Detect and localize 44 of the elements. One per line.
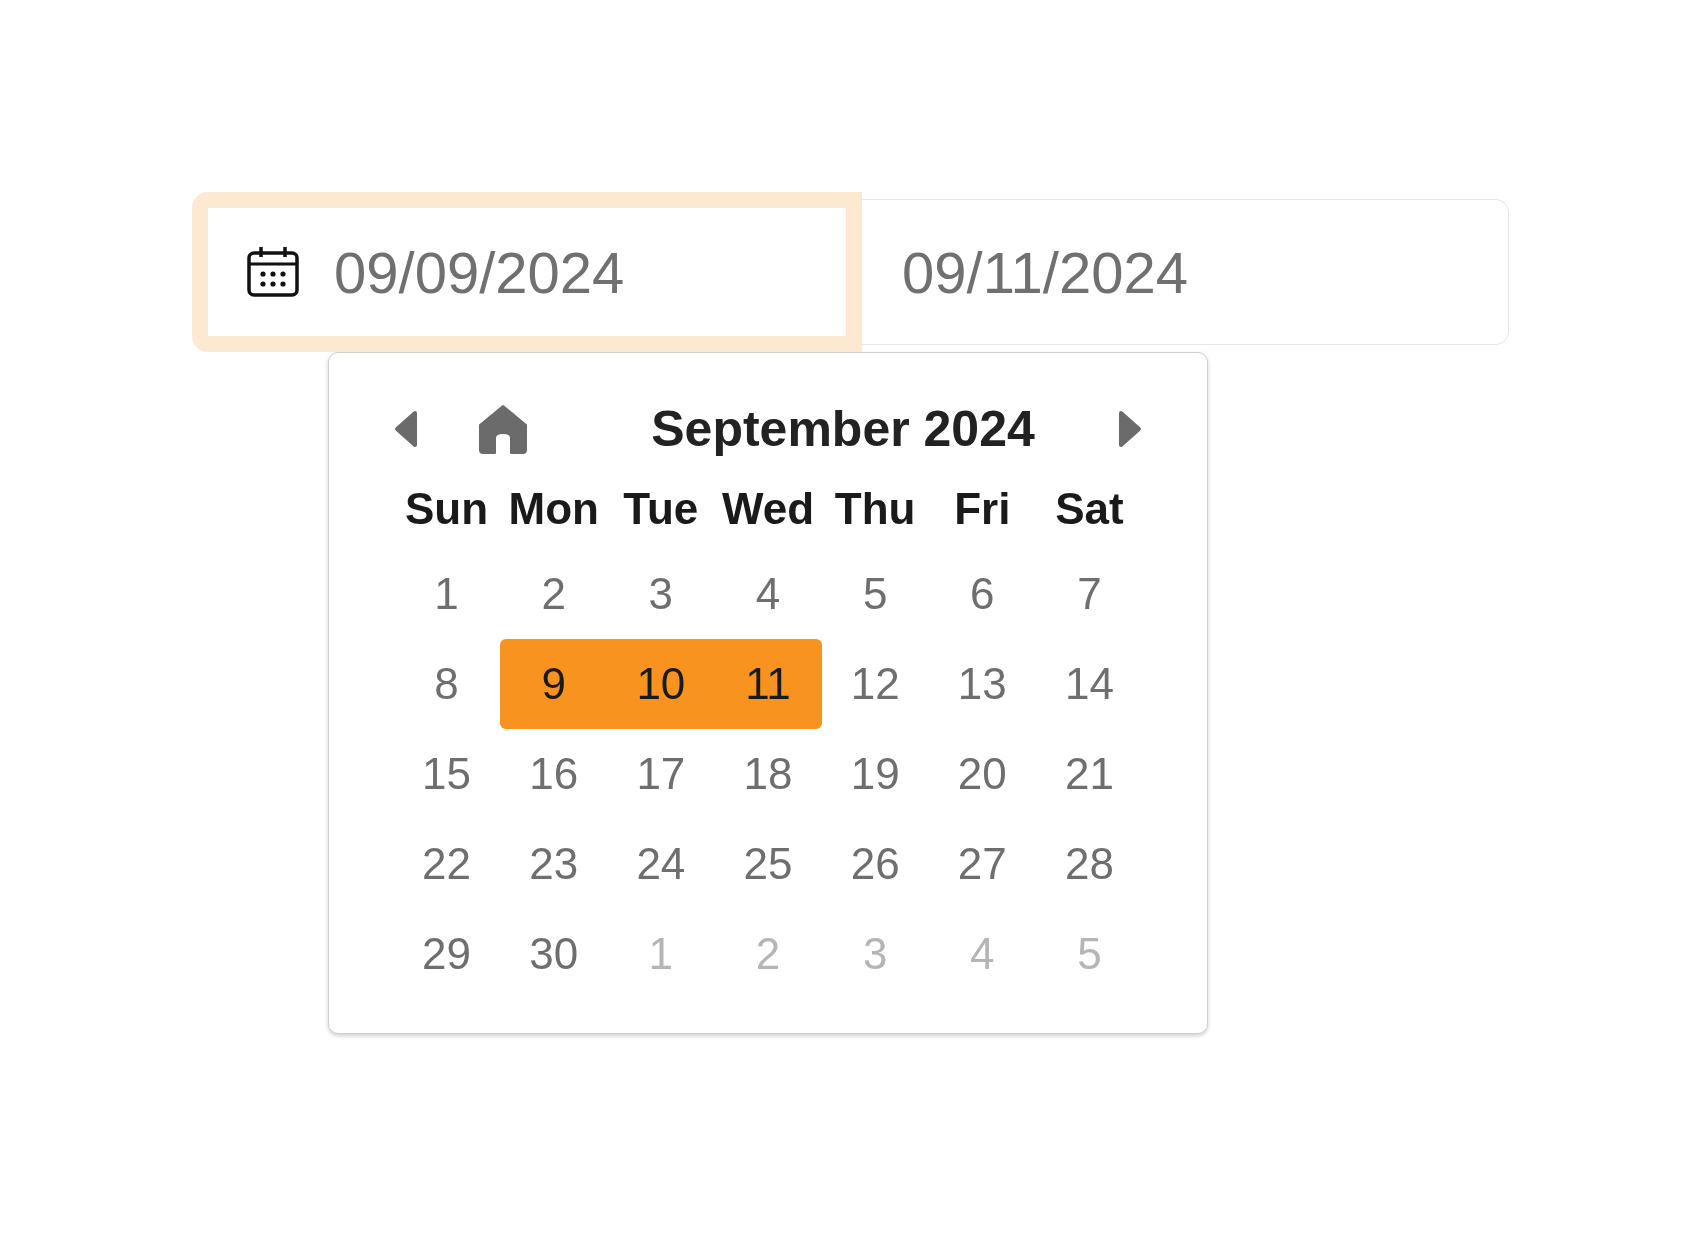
day-cell[interactable]: 25 (714, 819, 822, 909)
home-icon[interactable] (477, 403, 529, 455)
day-cell[interactable]: 2 (500, 549, 608, 639)
day-cell[interactable]: 8 (393, 639, 501, 729)
day-cell[interactable]: 23 (500, 819, 608, 909)
day-cell[interactable]: 24 (607, 819, 715, 909)
weekday-label: Fri (953, 483, 1012, 535)
weekday-label: Sun (404, 483, 490, 535)
weekday-label: Thu (833, 483, 917, 535)
weekday-label: Wed (720, 483, 816, 535)
day-cell[interactable]: 1 (393, 549, 501, 639)
day-cell[interactable]: 26 (821, 819, 929, 909)
day-cell[interactable]: 20 (928, 729, 1036, 819)
day-cell[interactable]: 4 (714, 549, 822, 639)
day-cell[interactable]: 18 (714, 729, 822, 819)
day-cell[interactable]: 12 (821, 639, 929, 729)
day-cell[interactable]: 6 (928, 549, 1036, 639)
weekday-label: Tue (622, 483, 700, 535)
day-cell[interactable]: 27 (928, 819, 1036, 909)
day-cell[interactable]: 21 (1035, 729, 1143, 819)
day-cell[interactable]: 14 (1035, 639, 1143, 729)
day-cell[interactable]: 28 (1035, 819, 1143, 909)
day-cell[interactable]: 7 (1035, 549, 1143, 639)
day-cell[interactable]: 10 (607, 639, 715, 729)
weekday-label: Sat (1054, 483, 1125, 535)
day-cell[interactable]: 3 (607, 549, 715, 639)
day-cell[interactable]: 17 (607, 729, 715, 819)
day-cell[interactable]: 22 (393, 819, 501, 909)
day-cell[interactable]: 15 (393, 729, 501, 819)
previous-month-icon[interactable] (393, 409, 419, 449)
day-cell[interactable]: 11 (714, 639, 822, 729)
next-month-icon[interactable] (1117, 409, 1143, 449)
day-cell[interactable]: 29 (393, 909, 501, 999)
date-field[interactable]: 09/11/2024 (862, 199, 1509, 345)
day-cell[interactable]: 16 (500, 729, 608, 819)
day-cell[interactable]: 19 (821, 729, 929, 819)
calendar-icon (246, 245, 300, 299)
day-cell[interactable]: 9 (500, 639, 608, 729)
month-title: September 2024 (650, 400, 1036, 458)
day-cell[interactable]: 13 (928, 639, 1036, 729)
day-cell[interactable]: 5 (821, 549, 929, 639)
date-field[interactable]: 09/09/2024 (192, 192, 862, 352)
day-cell[interactable]: 30 (500, 909, 608, 999)
weekday-label: Mon (507, 483, 600, 535)
